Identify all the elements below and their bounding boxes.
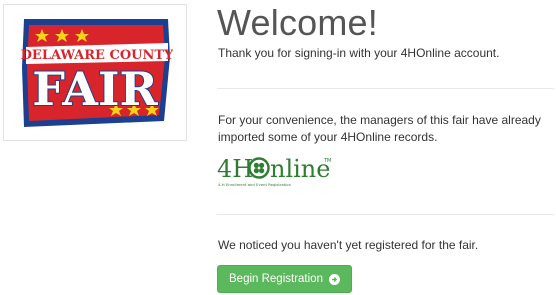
- trademark-text: TM: [323, 158, 331, 164]
- fair-logo-card: DELAWARE COUNTY FAIR: [3, 4, 187, 141]
- brand-suffix-text: nline: [270, 155, 330, 183]
- begin-registration-label: Begin Registration: [229, 273, 323, 285]
- delaware-county-fair-logo: DELAWARE COUNTY FAIR: [21, 19, 173, 127]
- divider: [217, 88, 554, 89]
- thanks-text: Thank you for signing-in with your 4HOnl…: [218, 46, 500, 60]
- registration-notice: We noticed you haven't yet registered fo…: [218, 238, 479, 252]
- convenience-text: For your convenience, the managers of th…: [218, 113, 541, 144]
- 4honline-logo: 4H nline TM 4-H Enrollment and Event Reg…: [217, 153, 337, 196]
- logo-county-text: DELAWARE COUNTY: [21, 48, 173, 63]
- begin-registration-button[interactable]: Begin Registration: [217, 265, 352, 293]
- logo-fair-text: FAIR: [32, 62, 158, 116]
- page-title: Welcome!: [217, 2, 378, 43]
- brand-prefix-text: 4H: [217, 155, 253, 183]
- arrow-circle-right-icon: [328, 273, 340, 285]
- brand-tagline: 4-H Enrollment and Event Registration: [218, 182, 292, 187]
- divider: [217, 214, 554, 215]
